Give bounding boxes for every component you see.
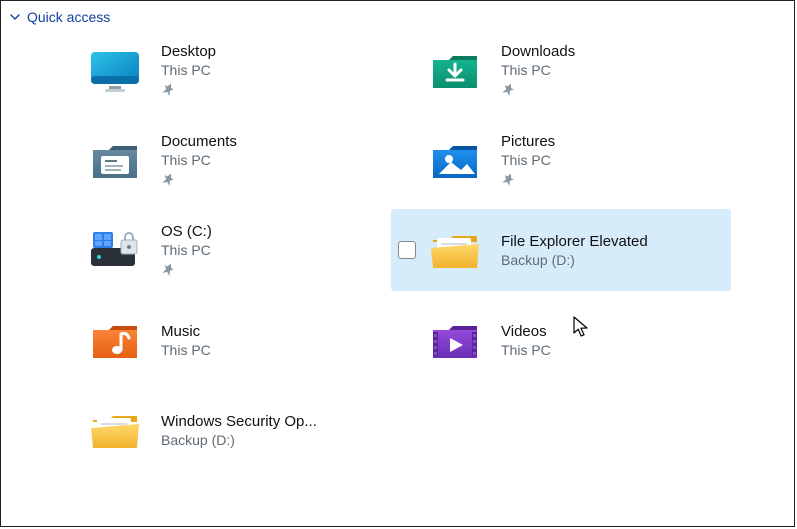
chevron-down-icon [9,11,21,23]
quick-access-item[interactable]: Windows Security Op... Backup (D:) [51,389,391,471]
item-location: This PC [161,152,237,168]
pin-icon [161,172,237,188]
items-area: Desktop This PC Downloads This PC Document… [1,29,794,471]
item-name: Desktop [161,43,216,60]
item-name: OS (C:) [161,223,212,240]
selection-checkbox[interactable] [398,241,416,259]
item-labels: File Explorer Elevated Backup (D:) [501,233,648,268]
pictures-icon [423,131,487,189]
desktop-icon [83,41,147,99]
item-location: This PC [501,342,551,358]
pin-icon [161,82,216,98]
music-icon [83,311,147,369]
item-name: Music [161,323,211,340]
explorer-content-pane: { "section": { "title": "Quick access" }… [0,0,795,527]
item-name: Windows Security Op... [161,413,317,430]
item-name: Downloads [501,43,575,60]
quick-access-header[interactable]: Quick access [1,1,794,29]
section-title: Quick access [27,9,110,25]
pin-icon [161,262,212,278]
item-name: Pictures [501,133,555,150]
quick-access-item[interactable]: Music This PC [51,299,391,381]
item-location: This PC [501,152,555,168]
item-name: Videos [501,323,551,340]
pin-icon [501,172,555,188]
drive-icon [83,221,147,279]
item-name: Documents [161,133,237,150]
downloads-icon [423,41,487,99]
item-labels: Music This PC [161,323,211,358]
item-labels: OS (C:) This PC [161,223,212,278]
documents-icon [83,131,147,189]
quick-access-item[interactable]: Downloads This PC [391,29,731,111]
quick-access-item[interactable]: Pictures This PC [391,119,731,201]
folder-files-icon [423,221,487,279]
item-location: This PC [501,62,575,78]
item-labels: Desktop This PC [161,43,216,98]
quick-access-item[interactable]: OS (C:) This PC [51,209,391,291]
item-location: Backup (D:) [161,432,317,448]
folder-files-icon [83,401,147,459]
quick-access-item[interactable]: File Explorer Elevated Backup (D:) [391,209,731,291]
item-labels: Documents This PC [161,133,237,188]
videos-icon [423,311,487,369]
item-labels: Windows Security Op... Backup (D:) [161,413,317,448]
checkbox-slot [397,241,417,259]
item-labels: Pictures This PC [501,133,555,188]
item-location: This PC [161,242,212,258]
item-labels: Videos This PC [501,323,551,358]
item-location: Backup (D:) [501,252,648,268]
quick-access-item[interactable]: Documents This PC [51,119,391,201]
quick-access-item[interactable]: Videos This PC [391,299,731,381]
item-labels: Downloads This PC [501,43,575,98]
pin-icon [501,82,575,98]
item-location: This PC [161,342,211,358]
quick-access-item[interactable]: Desktop This PC [51,29,391,111]
item-location: This PC [161,62,216,78]
item-name: File Explorer Elevated [501,233,648,250]
